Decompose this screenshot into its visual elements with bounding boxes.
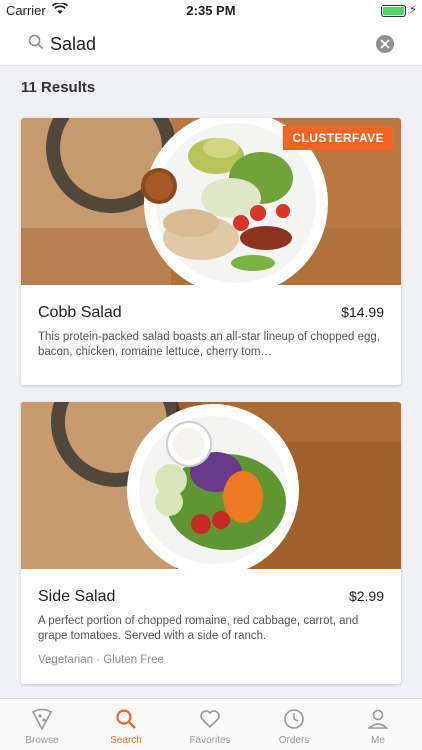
search-input[interactable] <box>50 30 350 58</box>
tab-label: Search <box>110 735 142 746</box>
item-price: $2.99 <box>348 588 384 604</box>
tab-favorites[interactable]: Favorites <box>168 699 252 750</box>
status-time: 2:35 PM <box>186 3 236 18</box>
browse-icon <box>31 708 53 730</box>
item-description: This protein-packed salad boasts an all-… <box>38 331 381 358</box>
search-bar <box>0 22 422 66</box>
tab-bar: Browse Search Favorites Orders Me <box>0 698 422 750</box>
search-icon <box>116 709 136 729</box>
tab-label: Me <box>371 735 385 746</box>
tab-label: Orders <box>278 735 310 746</box>
charging-icon: ⚡ <box>409 4 417 16</box>
person-icon <box>367 709 389 729</box>
item-description: A perfect portion of chopped romaine, re… <box>38 615 359 642</box>
tab-orders[interactable]: Orders <box>252 699 336 750</box>
tab-browse[interactable]: Browse <box>0 699 84 750</box>
tab-me[interactable]: Me <box>336 699 420 750</box>
menu-item-card[interactable]: CLUSTERFAVE Cobb Salad $14.99 This prote… <box>21 118 401 385</box>
results-count: 11 Results <box>21 79 96 96</box>
heart-icon <box>200 710 220 729</box>
dietary-tags: Vegetarian · Gluten Free <box>38 654 164 666</box>
food-photo <box>21 402 401 569</box>
clusterfave-badge: CLUSTERFAVE <box>283 126 393 150</box>
item-name: Cobb Salad <box>38 304 122 321</box>
status-bar: Carrier 2:35 PM ⚡ <box>0 0 422 22</box>
tab-label: Favorites <box>189 735 231 746</box>
tab-search[interactable]: Search <box>84 699 168 750</box>
clock-icon <box>284 709 304 729</box>
clear-search-icon[interactable] <box>376 35 394 53</box>
battery-icon <box>381 5 406 17</box>
menu-item-card[interactable]: Side Salad $2.99 A perfect portion of ch… <box>21 402 401 684</box>
item-price: $14.99 <box>341 304 384 320</box>
tab-label: Browse <box>25 735 59 746</box>
item-name: Side Salad <box>38 588 116 605</box>
search-icon <box>28 34 44 55</box>
